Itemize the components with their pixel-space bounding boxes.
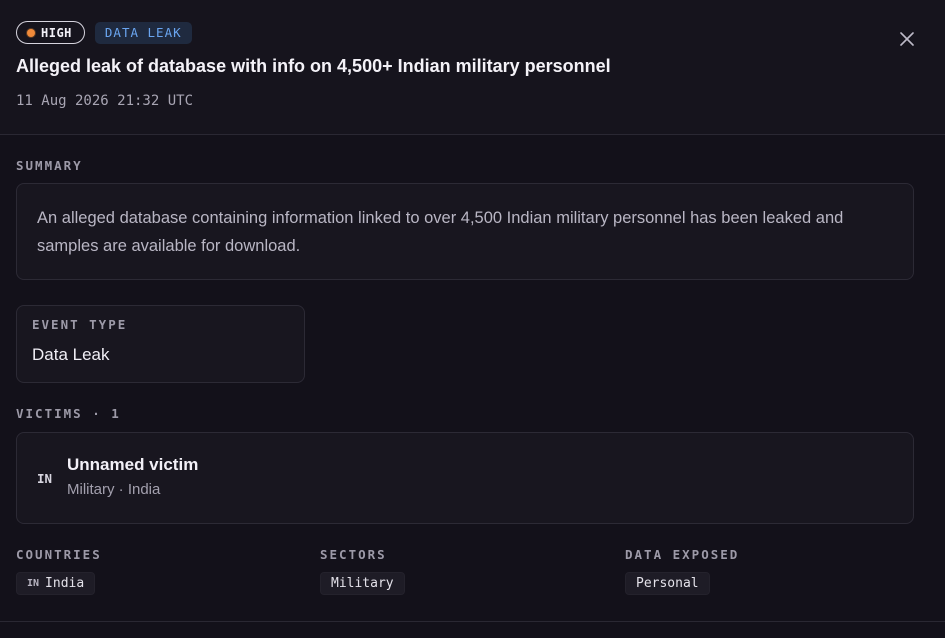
data-exposed-chip-label: Personal	[636, 576, 699, 591]
event-type-badge-label: DATA LEAK	[104, 25, 182, 40]
sectors-label: SECTORS	[320, 547, 387, 562]
country-chip[interactable]: IN India	[16, 572, 96, 595]
incident-timestamp: 11 Aug 2026 21:32 UTC	[16, 93, 194, 109]
victim-card[interactable]: IN Unnamed victim Military · India	[16, 432, 914, 524]
victim-name: Unnamed victim	[67, 455, 199, 474]
sector-chip[interactable]: Military	[320, 572, 405, 595]
event-type-badge: DATA LEAK	[94, 21, 192, 44]
close-button[interactable]	[895, 27, 919, 51]
country-chip-code: IN	[27, 578, 40, 589]
severity-badge: HIGH	[16, 21, 85, 44]
country-chip-name: India	[45, 576, 85, 591]
severity-dot-icon	[27, 28, 35, 37]
victim-meta: Military · India	[67, 481, 161, 498]
badge-row: HIGH DATA LEAK	[16, 21, 192, 44]
summary-text: An alleged database containing informati…	[37, 209, 844, 255]
victim-country-code: IN	[37, 471, 53, 486]
data-exposed-label: DATA EXPOSED	[625, 547, 740, 562]
data-exposed-chip[interactable]: Personal	[625, 572, 710, 595]
sector-chip-label: Military	[331, 576, 394, 591]
event-type-value: Data Leak	[32, 345, 110, 364]
panel-header: HIGH DATA LEAK Alleged leak of database …	[0, 0, 945, 135]
summary-card: An alleged database containing informati…	[16, 183, 914, 280]
incident-detail-panel: HIGH DATA LEAK Alleged leak of database …	[0, 0, 945, 638]
event-type-label: EVENT TYPE	[32, 317, 128, 332]
summary-label: SUMMARY	[16, 158, 83, 173]
countries-label: COUNTRIES	[16, 547, 102, 562]
event-type-card: EVENT TYPE Data Leak	[16, 305, 305, 383]
incident-title: Alleged leak of database with info on 4,…	[16, 56, 611, 76]
victims-label: VICTIMS · 1	[16, 406, 121, 421]
severity-label: HIGH	[41, 25, 72, 40]
bottom-divider	[0, 621, 945, 622]
close-icon	[900, 32, 914, 46]
